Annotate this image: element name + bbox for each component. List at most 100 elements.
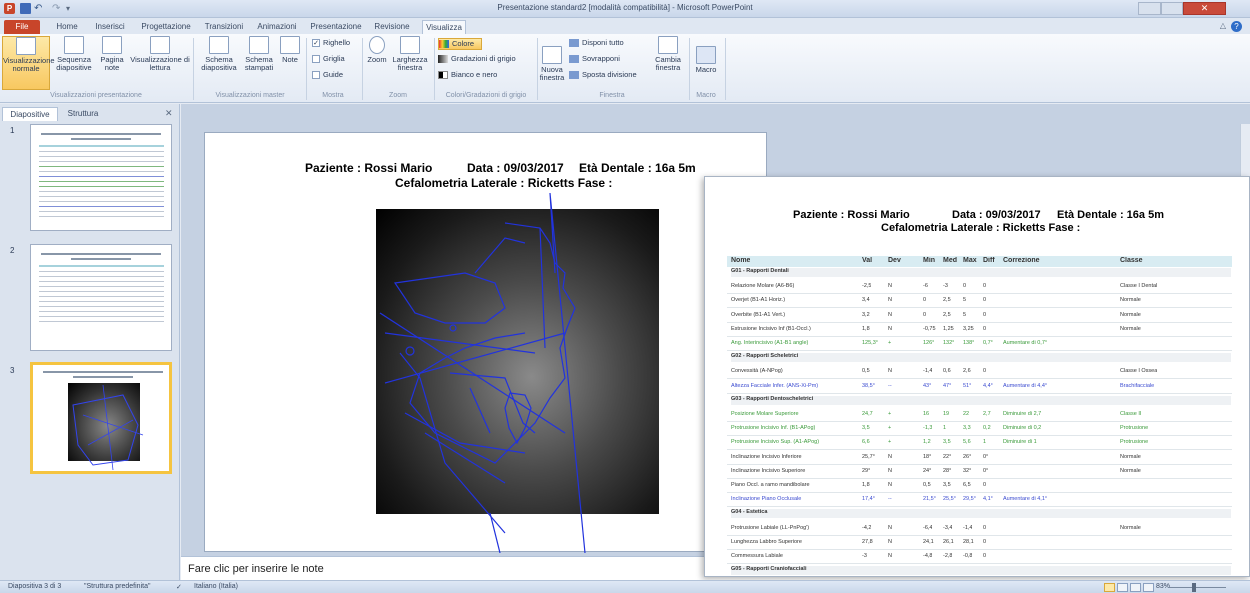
table-cell: 132° xyxy=(943,340,955,346)
tab-slideshow[interactable]: Presentazione xyxy=(308,20,364,34)
normal-view-icon xyxy=(16,37,36,55)
tab-design[interactable]: Progettazione xyxy=(136,20,196,34)
proofing-icon[interactable]: ✓ xyxy=(176,583,182,591)
macro-button[interactable]: Macro xyxy=(693,46,719,90)
table-cell: Classe I Ossea xyxy=(1120,368,1158,375)
maximize-button[interactable] xyxy=(1161,2,1183,15)
language[interactable]: Italiano (Italia) xyxy=(194,583,238,590)
normal-view-button[interactable]: Visualizzazione normale xyxy=(2,36,55,90)
table-cell: + xyxy=(888,411,892,417)
table-cell: 1,25 xyxy=(943,325,954,332)
notes-page-button[interactable]: Pagina note xyxy=(96,36,128,90)
tab-file[interactable]: File xyxy=(4,20,40,34)
slide-thumbnail-1[interactable] xyxy=(30,124,172,231)
color-button[interactable]: Colore xyxy=(438,38,482,50)
arrange-all-button[interactable]: Disponi tutto xyxy=(569,38,641,50)
new-window-button[interactable]: Nuova finestra xyxy=(538,46,566,90)
table-cell: N xyxy=(888,538,892,545)
new-window-icon xyxy=(542,46,562,64)
reading-view-status-button[interactable] xyxy=(1130,583,1141,592)
tab-home[interactable]: Home xyxy=(50,20,84,34)
slide-master-button[interactable]: Schema diapositiva xyxy=(198,36,240,90)
table-cell: Protrusione xyxy=(1120,439,1149,446)
zoom-slider[interactable] xyxy=(1168,587,1226,588)
collapse-ribbon-icon[interactable]: △ xyxy=(1220,21,1226,30)
table-cell: 5,6 xyxy=(963,439,971,446)
handout-master-button[interactable]: Schema stampati xyxy=(242,36,276,90)
grayscale-button[interactable]: Gradazioni di grigio xyxy=(438,54,538,66)
table-cell: 24,7 xyxy=(862,411,873,417)
close-button[interactable]: ✕ xyxy=(1183,2,1226,15)
tab-insert[interactable]: Inserisci xyxy=(88,20,132,34)
tab-review[interactable]: Revisione xyxy=(368,20,416,34)
table-section: G02 - Rapporti Scheletrici xyxy=(731,353,1231,363)
table-cell: Aumentare di 0,7° xyxy=(1003,340,1048,346)
table-cell: N xyxy=(888,453,892,460)
table-cell: 3,25 xyxy=(963,325,974,332)
reading-view-button[interactable]: Visualizzazione di lettura xyxy=(130,36,190,90)
slide-thumbnail-2[interactable] xyxy=(30,244,172,351)
slide-canvas[interactable]: Paziente : Rossi Mario Data : 09/03/2017… xyxy=(204,132,767,553)
table-header-cell: Med xyxy=(943,257,957,264)
table-header-cell: Max xyxy=(963,257,977,264)
table-header-cell: Diff xyxy=(983,257,995,264)
ruler-checkbox[interactable]: ✓ Righello xyxy=(312,38,350,48)
window-title: Presentazione standard2 [modalità compat… xyxy=(497,3,753,12)
slide-sorter-icon xyxy=(64,36,84,54)
black-white-button[interactable]: Bianco e nero xyxy=(438,70,518,82)
table-cell: -0,8 xyxy=(963,553,973,559)
table-row-divider xyxy=(727,421,1232,422)
table-cell: 2,5 xyxy=(943,311,951,318)
table-cell: -- xyxy=(888,382,892,389)
zoom-button[interactable]: Zoom xyxy=(366,36,388,90)
cascade-button[interactable]: Sovrapponi xyxy=(569,54,641,66)
table-cell: 47° xyxy=(943,382,952,389)
report-subtitle: Cefalometria Laterale : Ricketts Fase : xyxy=(881,222,1081,234)
table-cell: 27,8 xyxy=(862,538,873,545)
slide-thumbnail-3[interactable] xyxy=(30,362,172,474)
table-cell: 2,5 xyxy=(943,297,951,304)
guides-checkbox[interactable]: Guide xyxy=(312,70,343,80)
slideshow-status-button[interactable] xyxy=(1143,583,1154,592)
table-cell: -6 xyxy=(923,283,928,290)
table-cell: 38,5° xyxy=(862,382,875,389)
table-cell: Normale xyxy=(1120,467,1141,474)
tab-animations[interactable]: Animazioni xyxy=(252,20,302,34)
help-icon[interactable]: ? xyxy=(1231,21,1242,32)
slide-sorter-button[interactable]: Sequenza diapositive xyxy=(54,36,94,90)
table-cell: 126° xyxy=(923,340,935,346)
sorter-view-status-button[interactable] xyxy=(1117,583,1128,592)
grid-checkbox[interactable]: Griglia xyxy=(312,54,345,64)
table-cell: Posizione Molare Superiore xyxy=(731,411,799,417)
normal-view-status-button[interactable] xyxy=(1104,583,1115,592)
table-row-divider xyxy=(727,335,1232,337)
table-cell: 1 xyxy=(943,425,947,432)
table-row-divider xyxy=(727,435,1232,437)
table-section: G03 - Rapporti Dentoscheletrici xyxy=(731,395,1231,405)
table-cell: 51° xyxy=(963,382,972,389)
notes-master-button[interactable]: Note xyxy=(278,36,302,90)
table-cell: 2,7 xyxy=(983,411,991,417)
table-cell: Aumentare di 4,1° xyxy=(1003,496,1048,503)
table-cell: 21,5° xyxy=(923,496,936,503)
tab-outline[interactable]: Struttura xyxy=(60,107,106,121)
tab-transitions[interactable]: Transizioni xyxy=(200,20,248,34)
close-panel-icon[interactable]: ✕ xyxy=(165,108,173,119)
switch-window-button[interactable]: Cambia finestra xyxy=(650,36,686,90)
table-cell: 0 xyxy=(983,297,987,304)
table-cell: Normale xyxy=(1120,311,1141,318)
report-age: Età Dentale : 16a 5m xyxy=(1057,209,1164,221)
table-cell: 28° xyxy=(943,467,952,474)
slide-master-icon xyxy=(209,36,229,54)
tab-slides[interactable]: Diapositive xyxy=(2,107,58,121)
table-cell: Estrusione Incisivo Inf (B1-Occl.) xyxy=(731,325,811,332)
minimize-button[interactable] xyxy=(1138,2,1161,15)
zoom-slider-thumb[interactable] xyxy=(1192,583,1196,592)
table-cell: -4,8 xyxy=(923,553,933,559)
table-cell: Commessura Labiale xyxy=(731,553,783,559)
table-cell: 24° xyxy=(923,467,932,474)
table-row-divider xyxy=(727,449,1232,451)
move-split-button[interactable]: Sposta divisione xyxy=(569,70,641,82)
tab-view[interactable]: Visualizza xyxy=(422,20,466,34)
fit-to-window-button[interactable]: Larghezza finestra xyxy=(390,36,430,90)
